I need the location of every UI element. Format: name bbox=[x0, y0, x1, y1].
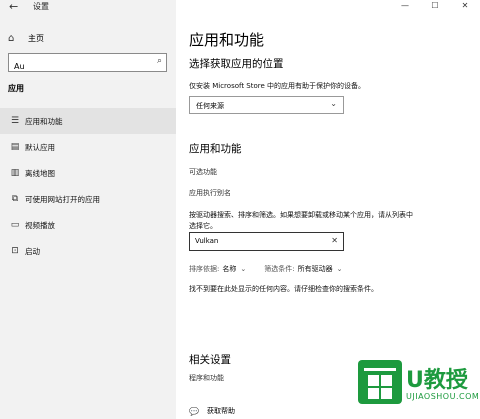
offline-maps-icon: ▥ bbox=[10, 168, 20, 178]
filter-description-line1: 按驱动器搜索、排序和筛选。如果想要卸载或移动某个应用，请从列表中 bbox=[189, 211, 413, 219]
sidebar-item-label: 可使用网站打开的应用 bbox=[25, 194, 100, 204]
dropdown-value: 任何来源 bbox=[196, 102, 224, 110]
video-playback-icon: ▭ bbox=[10, 220, 20, 230]
startup-icon: ⊡ bbox=[11, 246, 19, 256]
sort-filter-row: 排序依据: 名称 ⌄ 筛选条件: 所有驱动器 ⌄ bbox=[189, 264, 342, 274]
watermark-logo: U教授 UJIAOSHOU.COM bbox=[358, 360, 480, 416]
sidebar-item-startup[interactable]: ⊡ 启动 bbox=[0, 238, 176, 264]
watermark-subtext: UJIAOSHOU.COM bbox=[406, 392, 480, 401]
app-execution-aliases-link[interactable]: 应用执行别名 bbox=[189, 188, 231, 198]
default-apps-icon: ▤ bbox=[10, 142, 20, 152]
sidebar-item-label: 默认应用 bbox=[25, 142, 55, 152]
settings-search-box[interactable]: ⌕ bbox=[8, 53, 167, 75]
chevron-down-icon[interactable]: ⌄ bbox=[240, 265, 246, 273]
chevron-down-icon: ⌄ bbox=[330, 99, 337, 108]
related-settings-heading: 相关设置 bbox=[189, 354, 231, 366]
website-apps-icon: ⧉ bbox=[11, 194, 19, 204]
sidebar-item-video-playback[interactable]: ▭ 视频播放 bbox=[0, 212, 176, 238]
get-help-link[interactable]: 💬 获取帮助 bbox=[189, 406, 235, 416]
close-button[interactable]: ✕ bbox=[450, 0, 480, 14]
sidebar-item-website-apps[interactable]: ⧉ 可使用网站打开的应用 bbox=[0, 186, 176, 212]
maximize-button[interactable]: ☐ bbox=[420, 0, 450, 14]
install-source-heading: 选择获取应用的位置 bbox=[189, 58, 284, 70]
window-title: 设置 bbox=[33, 2, 49, 11]
install-source-dropdown[interactable]: 任何来源 ⌄ bbox=[189, 96, 344, 114]
help-chat-icon: 💬 bbox=[189, 406, 199, 416]
sidebar: ← 设置 ⌂ 主页 ⌕ 应用 ☰ 应用和功能 ▤ 默认应用 ▥ 离线地图 ⧉ 可… bbox=[0, 0, 176, 419]
search-input[interactable] bbox=[9, 58, 139, 75]
app-search-input[interactable]: Vulkan ✕ bbox=[189, 232, 344, 251]
sidebar-item-label: 启动 bbox=[25, 246, 40, 256]
home-link[interactable]: ⌂ 主页 bbox=[8, 31, 44, 45]
chevron-down-icon[interactable]: ⌄ bbox=[337, 265, 343, 273]
watermark-text: U教授 bbox=[406, 368, 468, 393]
install-source-description: 仅安装 Microsoft Store 中的应用有助于保护你的设备。 bbox=[189, 82, 366, 90]
title-bar: ← 设置 bbox=[0, 0, 176, 14]
sidebar-item-offline-maps[interactable]: ▥ 离线地图 bbox=[0, 160, 176, 186]
optional-features-link[interactable]: 可选功能 bbox=[189, 167, 217, 177]
window-controls: — ☐ ✕ bbox=[390, 0, 480, 14]
apps-list-icon: ☰ bbox=[10, 116, 20, 126]
watermark-badge-icon bbox=[358, 360, 402, 404]
get-help-label: 获取帮助 bbox=[206, 407, 235, 415]
sidebar-item-apps-features[interactable]: ☰ 应用和功能 bbox=[0, 108, 176, 134]
programs-features-link[interactable]: 程序和功能 bbox=[189, 373, 224, 383]
sidebar-item-default-apps[interactable]: ▤ 默认应用 bbox=[0, 134, 176, 160]
filter-value[interactable]: 所有驱动器 bbox=[298, 264, 333, 274]
back-arrow-icon[interactable]: ← bbox=[9, 0, 18, 13]
filter-description-line2: 选择它。 bbox=[189, 222, 217, 230]
apps-features-heading: 应用和功能 bbox=[189, 143, 242, 155]
sort-label: 排序依据: bbox=[189, 265, 220, 273]
no-results-message: 找不到要在此处显示的任何内容。请仔细检查你的搜索条件。 bbox=[189, 285, 378, 293]
page-title: 应用和功能 bbox=[189, 31, 265, 49]
filter-label: 筛选条件: bbox=[264, 265, 295, 273]
app-search-value: Vulkan bbox=[195, 237, 219, 245]
sort-value[interactable]: 名称 bbox=[222, 264, 236, 274]
section-heading: 应用 bbox=[8, 84, 24, 93]
minimize-button[interactable]: — bbox=[390, 0, 420, 14]
search-icon[interactable]: ⌕ bbox=[157, 56, 162, 66]
sidebar-item-label: 离线地图 bbox=[25, 168, 55, 178]
sidebar-item-label: 应用和功能 bbox=[25, 116, 63, 126]
home-icon: ⌂ bbox=[8, 32, 15, 44]
home-label: 主页 bbox=[28, 33, 44, 43]
sidebar-item-label: 视频播放 bbox=[25, 220, 55, 230]
clear-icon[interactable]: ✕ bbox=[331, 236, 338, 245]
